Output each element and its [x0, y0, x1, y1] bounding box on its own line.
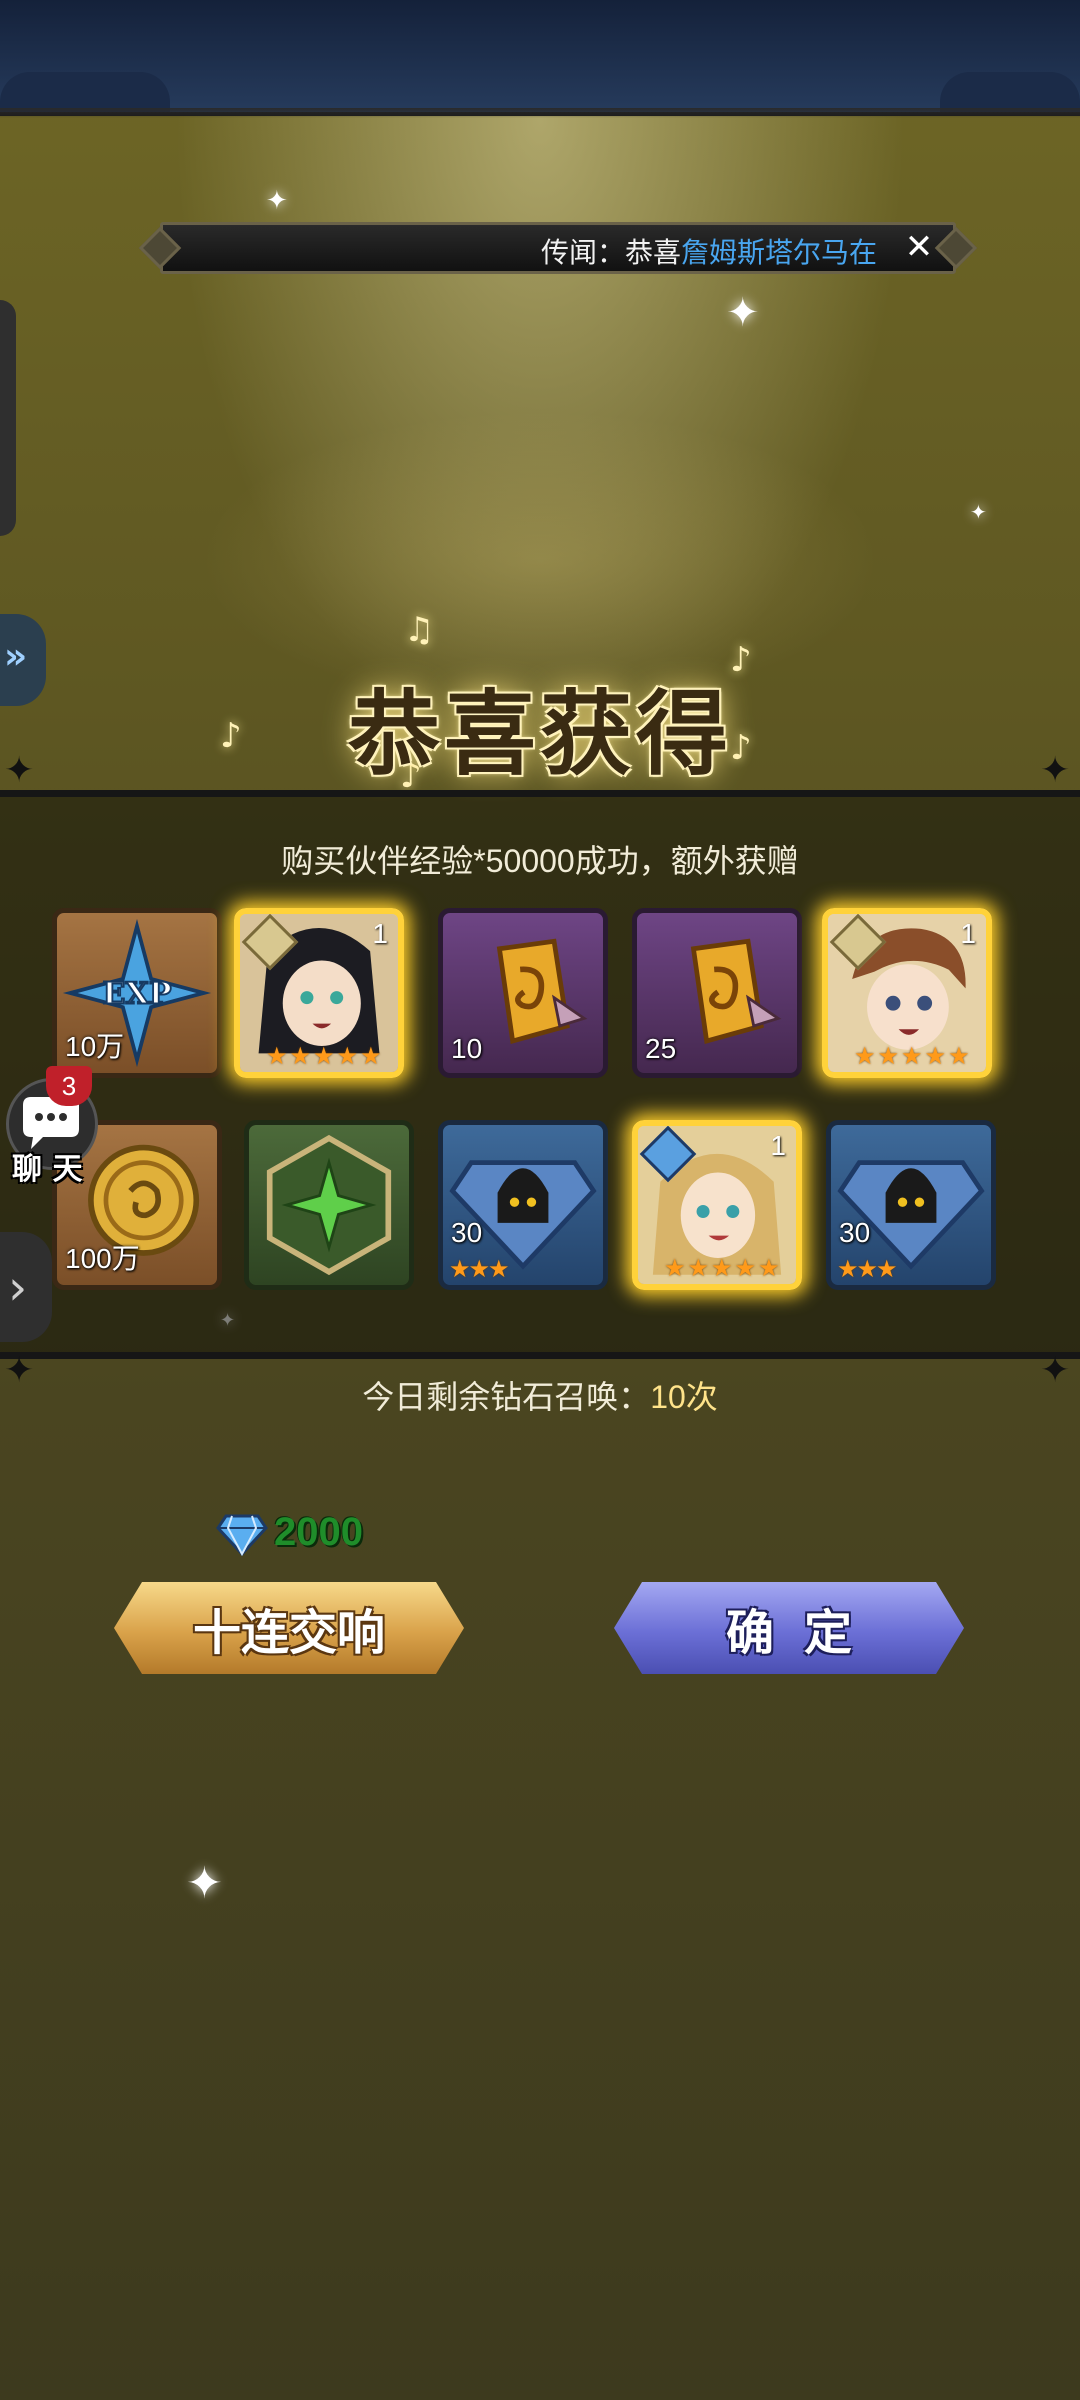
ticker-prefix: 传闻：恭喜: [540, 237, 681, 268]
chevron-right-icon: ›: [8, 1260, 28, 1316]
star-rating: ★★★: [449, 1255, 510, 1283]
item-quantity: 25: [645, 1033, 677, 1064]
reward-item-exp[interactable]: EXP 10万: [52, 908, 222, 1078]
corner-ornament-icon: ✦: [1040, 750, 1071, 791]
star-rating: ★★★★★: [854, 1042, 972, 1070]
item-quantity: 100万: [65, 1243, 140, 1274]
reward-item-shard[interactable]: 30 ★★★: [438, 1120, 608, 1290]
sparkle-icon: ✦: [266, 186, 288, 216]
corner-ornament-icon: ✦: [4, 750, 35, 791]
reward-item-hero[interactable]: 1 ★★★★★: [632, 1120, 802, 1290]
green-emblem-icon: [266, 1134, 392, 1276]
music-note-icon: ♫: [404, 610, 435, 650]
star-rating: ★★★: [837, 1255, 898, 1283]
hero-level: 1: [372, 918, 388, 949]
item-quantity: 10万: [65, 1031, 125, 1062]
diamond-icon: [216, 1514, 268, 1556]
news-ticker: 传闻：恭喜詹姆斯塔尔马在 ✕: [160, 222, 956, 274]
cloud-decoration: [0, 72, 170, 112]
side-expand-tab[interactable]: ›: [0, 1232, 52, 1342]
sparkle-icon: ✦: [186, 1858, 223, 1909]
top-sky-banner: [0, 0, 1080, 118]
chat-unread-badge: 3: [46, 1066, 92, 1106]
item-quantity: 10: [451, 1033, 483, 1064]
confirm-button[interactable]: 确定: [614, 1582, 964, 1674]
reward-item-emblem[interactable]: [244, 1120, 414, 1290]
reward-item-rune[interactable]: 25: [632, 908, 802, 1078]
sparkle-icon: ✦: [726, 290, 760, 336]
summons-count: 10次: [650, 1379, 718, 1415]
reward-message: 购买伙伴经验*50000成功，额外获赠: [281, 843, 799, 879]
reward-item-shard[interactable]: 30 ★★★: [826, 1120, 996, 1290]
congrats-title: 恭喜获得: [347, 680, 732, 788]
chat-label: 聊 天: [12, 1152, 83, 1187]
item-quantity: 30: [451, 1217, 483, 1248]
close-icon[interactable]: ✕: [901, 229, 937, 265]
star-rating: ★★★★★: [266, 1042, 384, 1070]
side-edge-tab: [0, 300, 16, 536]
diamond-cost: 2000: [274, 1510, 363, 1554]
star-rating: ★★★★★: [664, 1254, 782, 1282]
ticker-text: 传闻：恭喜詹姆斯塔尔马在: [541, 231, 877, 271]
summons-remaining: 今日剩余钻石召唤：10次: [0, 1372, 1080, 1418]
reward-item-hero[interactable]: 1 ★★★★★: [234, 908, 404, 1078]
hero-level: 1: [960, 918, 976, 949]
sparkle-icon: ✦: [970, 500, 987, 524]
hero-level: 1: [770, 1130, 786, 1161]
svg-text:EXP: EXP: [103, 976, 172, 1011]
summons-label: 今日剩余钻石召唤：: [362, 1379, 651, 1415]
ten-pull-button[interactable]: 十连交响: [114, 1582, 464, 1674]
reward-item-rune[interactable]: 10: [438, 908, 608, 1078]
cloud-decoration: [940, 72, 1080, 112]
reward-item-hero[interactable]: 1 ★★★★★: [822, 908, 992, 1078]
ticker-player-name: 詹姆斯塔尔马在: [680, 237, 877, 268]
item-quantity: 30: [839, 1217, 871, 1248]
